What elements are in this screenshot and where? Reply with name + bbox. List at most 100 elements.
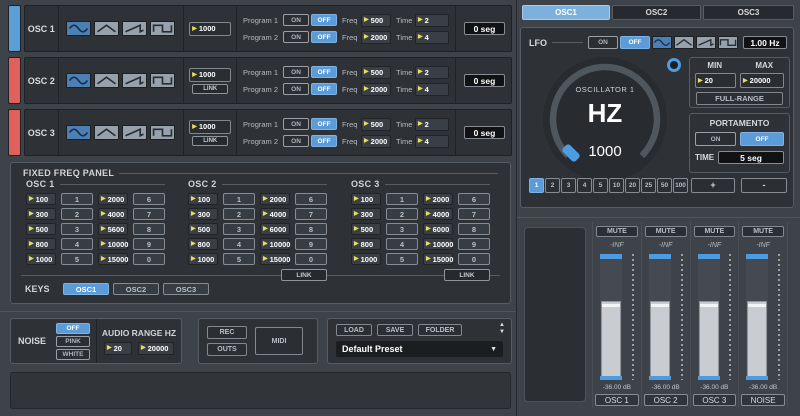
fader-handle[interactable]: [698, 301, 719, 377]
range-max-stepper[interactable]: 20000: [138, 341, 174, 355]
key-button[interactable]: 5: [386, 253, 418, 265]
lfo-triangle-button[interactable]: [674, 36, 694, 49]
key-button[interactable]: 2: [223, 208, 255, 220]
fader-handle[interactable]: [649, 301, 670, 377]
key-button[interactable]: 6: [295, 193, 327, 205]
range-min-stepper[interactable]: 20: [104, 341, 132, 355]
program2-freq-stepper[interactable]: 2000: [361, 82, 392, 96]
waveform-triangle-button[interactable]: [94, 21, 120, 36]
preset-dropdown[interactable]: Default Preset: [336, 341, 503, 357]
mute-button[interactable]: MUTE: [596, 226, 638, 237]
minus-button[interactable]: -: [741, 178, 787, 193]
key-button[interactable]: 4: [61, 238, 93, 250]
key-button[interactable]: 1: [223, 193, 255, 205]
key-button[interactable]: 7: [295, 208, 327, 220]
key-button[interactable]: 8: [133, 223, 165, 235]
fixed-freq-value[interactable]: 500: [351, 223, 381, 235]
osc3-link-button[interactable]: LINK: [192, 135, 229, 146]
keys-osc2-button[interactable]: OSC2: [113, 283, 159, 295]
program2-on-button[interactable]: ON: [283, 31, 310, 43]
key-button[interactable]: 4: [386, 238, 418, 250]
program2-on-button[interactable]: ON: [283, 135, 310, 147]
fixed-freq-value[interactable]: 100: [188, 193, 218, 205]
program2-off-button[interactable]: OFF: [311, 135, 338, 147]
waveform-saw-button[interactable]: [122, 21, 148, 36]
fader-handle[interactable]: [747, 301, 768, 377]
program2-freq-stepper[interactable]: 2000: [361, 134, 392, 148]
mute-button[interactable]: MUTE: [742, 226, 784, 237]
fixed-freq-value[interactable]: 100: [26, 193, 56, 205]
increment-button[interactable]: 4: [577, 178, 592, 193]
program2-off-button[interactable]: OFF: [311, 31, 338, 43]
program2-off-button[interactable]: OFF: [311, 83, 338, 95]
waveform-square-button[interactable]: [150, 21, 176, 36]
increment-button[interactable]: 5: [593, 178, 608, 193]
key-button[interactable]: 7: [458, 208, 490, 220]
noise-pink-button[interactable]: PINK: [56, 335, 90, 347]
fixed-freq-value[interactable]: 100: [351, 193, 381, 205]
key-button[interactable]: 3: [61, 223, 93, 235]
fixed-freq-value[interactable]: 6000: [423, 223, 453, 235]
increment-button[interactable]: 100: [673, 178, 688, 193]
increment-button[interactable]: 20: [625, 178, 640, 193]
fixed-freq-value[interactable]: 800: [26, 238, 56, 250]
key-button[interactable]: 8: [458, 223, 490, 235]
volume-fader[interactable]: [697, 254, 720, 380]
key-button[interactable]: 9: [133, 238, 165, 250]
waveform-sine-button[interactable]: [66, 125, 92, 140]
keys-osc3-button[interactable]: OSC3: [163, 283, 209, 295]
key-button[interactable]: 8: [295, 223, 327, 235]
increment-button[interactable]: 25: [641, 178, 656, 193]
fixed-freq-value[interactable]: 800: [188, 238, 218, 250]
fixed-freq-value[interactable]: 300: [351, 208, 381, 220]
key-button[interactable]: 5: [61, 253, 93, 265]
program1-freq-stepper[interactable]: 500: [361, 13, 392, 27]
increment-button[interactable]: 50: [657, 178, 672, 193]
volume-fader[interactable]: [648, 254, 671, 380]
load-button[interactable]: LOAD: [336, 324, 372, 336]
key-button[interactable]: 7: [133, 208, 165, 220]
osc2-group-link-button[interactable]: LINK: [281, 269, 327, 281]
midi-button[interactable]: MIDI: [255, 327, 303, 355]
key-button[interactable]: 5: [223, 253, 255, 265]
mute-button[interactable]: MUTE: [693, 226, 736, 237]
program1-freq-stepper[interactable]: 500: [361, 117, 392, 131]
fixed-freq-value[interactable]: 10000: [423, 238, 453, 250]
portamento-on-button[interactable]: ON: [695, 132, 737, 146]
lfo-off-button[interactable]: OFF: [620, 36, 650, 49]
waveform-square-button[interactable]: [150, 73, 176, 88]
program2-time-stepper[interactable]: 4: [415, 30, 450, 44]
fixed-freq-value[interactable]: 2000: [423, 193, 453, 205]
fixed-freq-value[interactable]: 5600: [98, 223, 128, 235]
fixed-freq-value[interactable]: 15000: [260, 253, 290, 265]
max-stepper[interactable]: 20000: [740, 73, 784, 88]
osc2-freq-stepper[interactable]: 1000: [189, 67, 232, 82]
fixed-freq-value[interactable]: 300: [188, 208, 218, 220]
preset-up-icon[interactable]: [499, 322, 505, 329]
fixed-freq-value[interactable]: 2000: [98, 193, 128, 205]
fixed-freq-value[interactable]: 500: [188, 223, 218, 235]
waveform-saw-button[interactable]: [122, 73, 148, 88]
fixed-freq-value[interactable]: 2000: [260, 193, 290, 205]
fixed-freq-value[interactable]: 10000: [98, 238, 128, 250]
key-button[interactable]: 1: [61, 193, 93, 205]
noise-white-button[interactable]: WHITE: [56, 348, 90, 360]
fixed-freq-value[interactable]: 15000: [423, 253, 453, 265]
volume-fader[interactable]: [746, 254, 769, 380]
key-button[interactable]: 6: [133, 193, 165, 205]
fixed-freq-value[interactable]: 15000: [98, 253, 128, 265]
key-button[interactable]: 9: [458, 238, 490, 250]
key-button[interactable]: 2: [61, 208, 93, 220]
tab-osc3[interactable]: OSC3: [703, 5, 794, 20]
program1-freq-stepper[interactable]: 500: [361, 65, 392, 79]
osc2-link-button[interactable]: LINK: [192, 83, 229, 94]
osc3-group-link-button[interactable]: LINK: [444, 269, 490, 281]
keys-osc1-button[interactable]: OSC1: [63, 283, 109, 295]
fixed-freq-value[interactable]: 6000: [260, 223, 290, 235]
fixed-freq-value[interactable]: 1000: [26, 253, 56, 265]
fixed-freq-value[interactable]: 800: [351, 238, 381, 250]
program1-off-button[interactable]: OFF: [311, 66, 338, 78]
increment-button[interactable]: 10: [609, 178, 624, 193]
increment-button[interactable]: 2: [545, 178, 560, 193]
mute-button[interactable]: MUTE: [644, 226, 687, 237]
